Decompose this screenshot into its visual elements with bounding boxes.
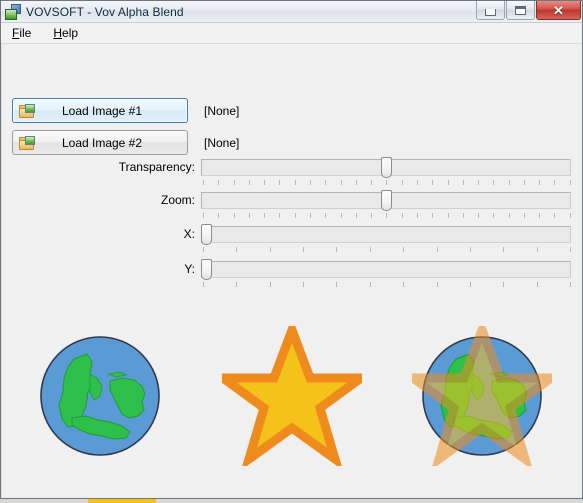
image-2-preview bbox=[222, 326, 362, 466]
x-slider-track[interactable] bbox=[201, 226, 571, 243]
y-label: Y: bbox=[184, 262, 195, 276]
x-slider-thumb[interactable] bbox=[201, 224, 212, 245]
zoom-slider-row: Zoom: bbox=[1, 190, 582, 220]
transparency-slider-thumb[interactable] bbox=[380, 157, 392, 178]
titlebar[interactable]: VOVSOFT - Vov Alpha Blend ✕ bbox=[1, 1, 582, 23]
load-image-2-label: Load Image #2 bbox=[61, 135, 143, 150]
load-image-2-value: [None] bbox=[204, 136, 240, 150]
transparency-slider[interactable] bbox=[201, 157, 571, 187]
star-icon bbox=[222, 326, 362, 466]
zoom-slider-thumb[interactable] bbox=[380, 190, 392, 211]
load-image-1-label: Load Image #1 bbox=[61, 103, 143, 118]
minimize-icon bbox=[485, 8, 496, 16]
x-label: X: bbox=[183, 227, 195, 241]
blend-result-icon bbox=[412, 326, 552, 466]
transparency-slider-row: Transparency: bbox=[1, 157, 582, 187]
close-icon: ✕ bbox=[553, 2, 564, 18]
image-1-preview bbox=[30, 326, 170, 466]
close-button[interactable]: ✕ bbox=[536, 1, 581, 20]
zoom-label: Zoom: bbox=[160, 193, 195, 207]
y-slider-track[interactable] bbox=[201, 261, 571, 278]
window-controls: ✕ bbox=[475, 1, 581, 22]
application-window: VOVSOFT - Vov Alpha Blend ✕ File Help Lo… bbox=[0, 0, 583, 499]
open-folder-image-icon bbox=[19, 103, 35, 118]
y-slider-ticks bbox=[203, 282, 571, 288]
menu-item-help-rest: elp bbox=[62, 26, 79, 40]
client-area: Load Image #1 [None] Load Image #2 [None… bbox=[1, 44, 582, 498]
zoom-slider-ticks bbox=[203, 213, 571, 219]
open-folder-image-icon bbox=[19, 135, 35, 150]
load-image-1-value: [None] bbox=[204, 104, 240, 118]
maximize-icon bbox=[515, 5, 526, 15]
maximize-button[interactable] bbox=[506, 1, 535, 20]
x-slider-row: X: bbox=[1, 224, 582, 254]
load-image-2-button[interactable]: Load Image #2 bbox=[12, 130, 188, 155]
window-title: VOVSOFT - Vov Alpha Blend bbox=[26, 4, 184, 19]
globe-icon bbox=[40, 336, 160, 456]
x-slider-ticks bbox=[203, 247, 571, 253]
menubar: File Help bbox=[1, 23, 582, 44]
zoom-slider[interactable] bbox=[201, 190, 571, 220]
image-layers-icon bbox=[5, 3, 21, 20]
transparency-slider-ticks bbox=[203, 180, 571, 186]
minimize-button[interactable] bbox=[476, 1, 505, 20]
load-image-1-button[interactable]: Load Image #1 bbox=[12, 98, 188, 123]
y-slider-row: Y: bbox=[1, 259, 582, 289]
y-slider-thumb[interactable] bbox=[201, 259, 212, 280]
x-slider[interactable] bbox=[201, 224, 571, 254]
menu-item-file[interactable]: File bbox=[10, 25, 33, 41]
image-3-result-preview bbox=[412, 326, 552, 466]
menu-item-file-rest: ile bbox=[19, 26, 32, 40]
menu-item-help[interactable]: Help bbox=[51, 25, 80, 41]
transparency-label: Transparency: bbox=[118, 160, 195, 174]
y-slider[interactable] bbox=[201, 259, 571, 289]
